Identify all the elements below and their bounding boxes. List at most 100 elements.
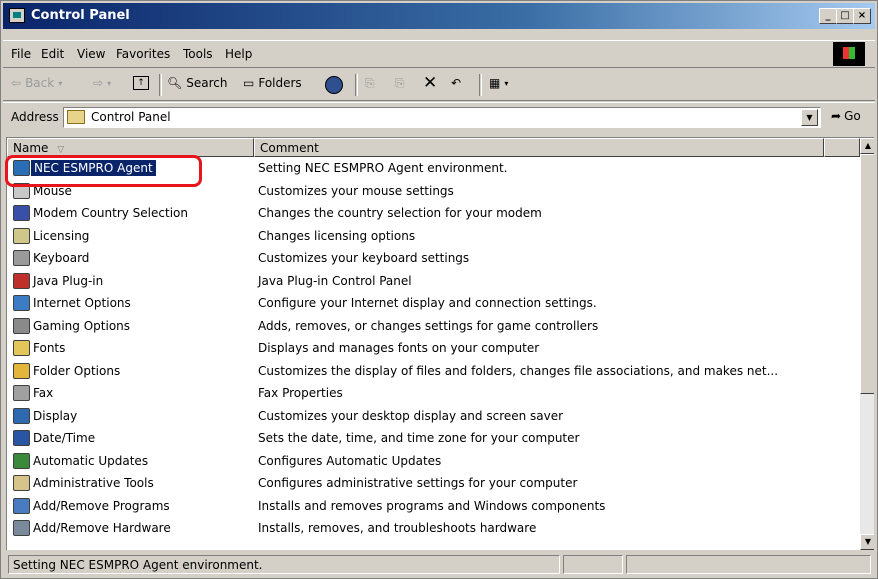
copy-to-icon: ⎘ bbox=[395, 76, 405, 90]
list-item[interactable]: Keyboard Customizes your keyboard setting… bbox=[7, 247, 855, 269]
licensing-icon bbox=[13, 227, 30, 244]
list-item[interactable]: Fonts Displays and manages fonts on your … bbox=[7, 337, 855, 359]
list-item[interactable]: Java Plug-in Java Plug-in Control Panel bbox=[7, 270, 855, 292]
toolbar: ⇦ Back ▾ ⇨ ▾ ↑ 🔍︎ Search ▭ Folders ⎘ ⎘ ✕… bbox=[3, 68, 875, 101]
control-panel-icon bbox=[9, 8, 25, 23]
list-item-comment: Java Plug-in Control Panel bbox=[258, 273, 412, 288]
list-item[interactable]: Internet Options Configure your Internet … bbox=[7, 292, 855, 314]
list-item-name: Internet Options bbox=[33, 296, 131, 310]
chevron-down-icon: ▾ bbox=[58, 78, 63, 88]
sort-ascending-icon: ▽ bbox=[57, 145, 65, 155]
search-icon: 🔍︎ bbox=[167, 76, 183, 90]
move-to-icon: ⎘ bbox=[365, 76, 375, 90]
window-title: Control Panel bbox=[31, 8, 130, 23]
list-item[interactable]: Add/Remove Hardware Installs, removes, an… bbox=[7, 517, 855, 539]
up-folder-button[interactable]: ↑ bbox=[133, 76, 149, 90]
title-bar[interactable]: Control Panel _ □ × bbox=[3, 3, 875, 29]
toolbar-separator bbox=[159, 74, 162, 96]
folders-label: Folders bbox=[258, 76, 302, 90]
up-folder-icon: ↑ bbox=[133, 76, 149, 90]
views-icon: ▦ bbox=[489, 76, 501, 90]
scroll-thumb[interactable] bbox=[860, 154, 874, 394]
status-bar: Setting NEC ESMPRO Agent environment. bbox=[3, 553, 875, 575]
list-item-name: Add/Remove Programs bbox=[33, 498, 170, 513]
menu-tools[interactable]: Tools bbox=[183, 47, 213, 61]
list-item-comment: Customizes your keyboard settings bbox=[258, 251, 470, 265]
column-header-extra[interactable] bbox=[824, 138, 860, 157]
file-list-view[interactable]: Name ▽ Comment NEC ESMPRO Agent Setting N… bbox=[6, 137, 874, 550]
menu-file[interactable]: File bbox=[11, 47, 31, 61]
status-pane-2 bbox=[563, 555, 623, 574]
vertical-scrollbar[interactable]: ▲ ▼ bbox=[860, 138, 874, 550]
list-item[interactable]: Fax Fax Properties bbox=[7, 382, 855, 404]
globe-icon bbox=[13, 205, 30, 221]
column-header-comment[interactable]: Comment bbox=[254, 138, 824, 157]
list-item[interactable]: Licensing Changes licensing options bbox=[7, 225, 855, 247]
menu-help[interactable]: Help bbox=[225, 47, 252, 61]
list-item-comment: Setting NEC ESMPRO Agent environment. bbox=[258, 161, 508, 175]
calendar-icon bbox=[13, 430, 30, 446]
display-icon bbox=[13, 407, 30, 424]
scroll-up-button[interactable]: ▲ bbox=[860, 138, 874, 154]
list-item-comment: Sets the date, time, and time zone for y… bbox=[258, 431, 580, 445]
list-item[interactable]: Automatic Updates Configures Automatic Up… bbox=[7, 450, 855, 472]
scroll-down-button[interactable]: ▼ bbox=[860, 534, 874, 550]
list-item-comment: Adds, removes, or changes settings for g… bbox=[258, 318, 599, 333]
chevron-down-icon: ▾ bbox=[504, 78, 509, 88]
control-panel-folder-icon bbox=[67, 110, 85, 124]
java-icon bbox=[13, 272, 30, 289]
admin-tools-icon bbox=[13, 475, 30, 491]
list-item-name: Licensing bbox=[33, 228, 90, 243]
list-item[interactable]: Display Customizes your desktop display a… bbox=[7, 405, 855, 427]
list-item-comment: Customizes your mouse settings bbox=[258, 183, 454, 198]
list-item-name: Folder Options bbox=[33, 363, 121, 378]
search-button[interactable]: 🔍︎ Search bbox=[167, 76, 227, 90]
folders-button[interactable]: ▭ Folders bbox=[243, 76, 302, 90]
undo-button[interactable]: ↶ bbox=[451, 76, 461, 90]
list-item-comment: Displays and manages fonts on your compu… bbox=[258, 341, 540, 355]
menu-view[interactable]: View bbox=[77, 47, 105, 61]
close-button[interactable]: × bbox=[853, 8, 871, 24]
undo-icon: ↶ bbox=[451, 76, 462, 90]
status-pane-3 bbox=[626, 555, 871, 574]
list-item-comment: Configure your Internet display and conn… bbox=[258, 296, 597, 310]
list-item-comment: Fax Properties bbox=[258, 386, 343, 400]
folder-options-icon bbox=[13, 362, 30, 379]
forward-button[interactable]: ⇨ ▾ bbox=[93, 76, 111, 90]
delete-button[interactable]: ✕ bbox=[423, 73, 437, 93]
chevron-down-icon: ▾ bbox=[107, 78, 112, 88]
control-panel-window: Control Panel _ □ × File Edit View Favor… bbox=[0, 0, 878, 579]
list-item-comment: Customizes the display of files and fold… bbox=[258, 363, 779, 378]
minimize-button[interactable]: _ bbox=[819, 8, 837, 24]
go-button[interactable]: ➦ Go bbox=[831, 109, 861, 123]
go-arrow-icon: ➦ bbox=[831, 109, 842, 123]
address-value: Control Panel bbox=[91, 110, 171, 124]
list-item[interactable]: Gaming Options Adds, removes, or changes … bbox=[7, 315, 855, 337]
list-item[interactable]: Folder Options Customizes the display of … bbox=[7, 360, 855, 382]
maximize-button[interactable]: □ bbox=[836, 8, 854, 24]
highlight-annotation bbox=[5, 155, 202, 187]
list-item[interactable]: Administrative Tools Configures administr… bbox=[7, 472, 855, 494]
address-field[interactable]: Control Panel ▼ bbox=[63, 107, 821, 128]
list-item-comment: Changes the country selection for your m… bbox=[258, 206, 542, 220]
list-item-name: Gaming Options bbox=[33, 318, 131, 333]
toolbar-separator bbox=[479, 74, 482, 96]
delete-x-icon: ✕ bbox=[423, 73, 438, 93]
history-button[interactable] bbox=[325, 76, 343, 94]
list-item[interactable]: Modem Country Selection Changes the count… bbox=[7, 202, 855, 224]
views-button[interactable]: ▦ ▾ bbox=[489, 76, 508, 90]
back-button[interactable]: ⇦ Back ▾ bbox=[11, 76, 62, 90]
address-dropdown-button[interactable]: ▼ bbox=[801, 109, 818, 126]
move-to-button[interactable]: ⎘ bbox=[365, 76, 375, 91]
list-item-name: Date/Time bbox=[33, 431, 96, 445]
list-item-name: Modem Country Selection bbox=[33, 206, 188, 220]
copy-to-button[interactable]: ⎘ bbox=[395, 76, 405, 91]
menu-edit[interactable]: Edit bbox=[41, 47, 64, 61]
list-item-name: Display bbox=[33, 408, 78, 423]
list-item[interactable]: Add/Remove Programs Installs and removes … bbox=[7, 495, 855, 517]
list-item[interactable]: Date/Time Sets the date, time, and time z… bbox=[7, 427, 855, 449]
list-item-name: Add/Remove Hardware bbox=[33, 521, 171, 535]
history-icon bbox=[325, 76, 343, 94]
menu-favorites[interactable]: Favorites bbox=[116, 47, 170, 61]
back-label: Back bbox=[25, 76, 55, 90]
